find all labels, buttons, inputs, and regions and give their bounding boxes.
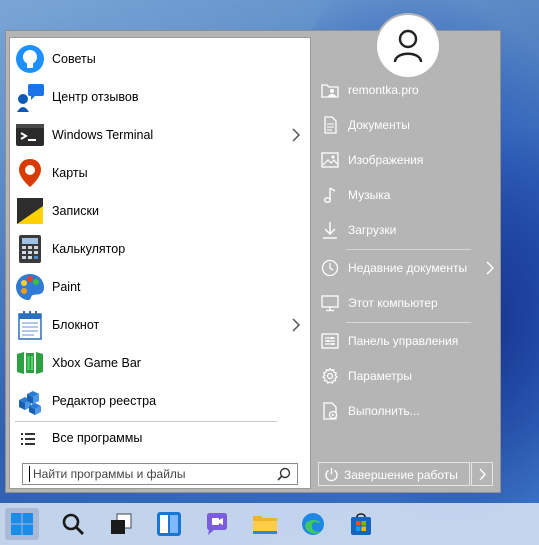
app-item-notepad[interactable]: Блокнот (10, 307, 310, 343)
list-icon (21, 433, 35, 445)
registry-editor-icon (15, 386, 45, 416)
app-item-paint[interactable]: Paint (10, 269, 310, 305)
app-item-windows-terminal[interactable]: Windows Terminal (10, 117, 310, 153)
right-item-downloads[interactable]: Загрузки (321, 216, 491, 244)
start-menu: Советы Центр отзывов Windows Terminal Ка… (5, 13, 501, 493)
app-label: Xbox Game Bar (52, 356, 141, 370)
chevron-right-icon[interactable] (290, 127, 302, 143)
shutdown-label: Завершение работы (344, 468, 458, 482)
music-note-icon (321, 186, 339, 204)
right-item-label: Музыка (348, 188, 391, 202)
gear-icon (321, 367, 339, 385)
programs-panel: Советы Центр отзывов Windows Terminal Ка… (9, 37, 311, 489)
windows-start-icon (11, 513, 33, 535)
feedback-hub-icon (15, 82, 45, 112)
download-arrow-icon (321, 221, 339, 239)
right-item-label: Документы (348, 118, 410, 132)
task-view-button[interactable] (104, 508, 138, 540)
right-item-documents[interactable]: Документы (321, 111, 491, 139)
right-item-settings[interactable]: Параметры (321, 362, 491, 390)
widgets-button[interactable] (152, 508, 186, 540)
app-item-registry-editor[interactable]: Редактор реестра (10, 383, 310, 419)
right-item-user-folder[interactable]: remontka.pro (321, 76, 491, 104)
right-item-label: Загрузки (348, 223, 397, 237)
power-icon (325, 468, 338, 482)
search-icon[interactable] (277, 467, 291, 481)
notepad-icon (15, 310, 45, 340)
app-item-feedback-hub[interactable]: Центр отзывов (10, 79, 310, 115)
right-item-label: remontka.pro (348, 83, 419, 97)
all-programs-label: Все программы (52, 431, 143, 445)
control-panel-icon (321, 332, 339, 350)
right-item-images[interactable]: Изображения (321, 146, 491, 174)
maps-pin-icon (15, 158, 45, 188)
edge-browser-icon (302, 513, 324, 535)
paint-palette-icon (15, 272, 45, 302)
user-silhouette-icon (393, 29, 423, 63)
user-folder-icon (321, 81, 339, 99)
task-view-icon (111, 513, 132, 534)
chevron-right-icon (479, 468, 486, 481)
chevron-right-icon[interactable] (290, 317, 302, 333)
user-avatar[interactable] (375, 13, 441, 79)
app-label: Центр отзывов (52, 90, 139, 104)
taskbar (0, 503, 539, 545)
divider (15, 421, 277, 422)
image-icon (321, 151, 339, 169)
terminal-icon (15, 120, 45, 150)
app-label: Редактор реестра (52, 394, 157, 408)
right-item-this-pc[interactable]: Этот компьютер (321, 289, 491, 317)
right-item-label: Изображения (348, 153, 424, 167)
widgets-icon (157, 512, 181, 536)
app-label: Советы (52, 52, 96, 66)
clock-icon (321, 259, 339, 277)
app-label: Windows Terminal (52, 128, 154, 142)
file-explorer-icon (253, 516, 277, 534)
start-button[interactable] (5, 508, 39, 540)
edge-browser-button[interactable] (296, 508, 330, 540)
divider (346, 322, 471, 323)
chat-icon (207, 513, 227, 535)
search-input[interactable] (29, 466, 269, 482)
app-item-xbox-game-bar[interactable]: Xbox Game Bar (10, 345, 310, 381)
shutdown-options-button[interactable] (471, 462, 493, 486)
right-item-label: Выполнить... (348, 404, 420, 418)
run-icon (321, 402, 339, 420)
tips-bulb-icon (15, 44, 45, 74)
right-item-label: Этот компьютер (348, 296, 438, 310)
document-icon (321, 116, 339, 134)
right-item-label: Недавние документы (348, 261, 468, 275)
right-item-control-panel[interactable]: Панель управления (321, 327, 491, 355)
right-item-label: Параметры (348, 369, 412, 383)
xbox-game-bar-icon (15, 348, 45, 378)
chat-button[interactable] (200, 508, 234, 540)
divider (346, 249, 471, 250)
search-box[interactable] (22, 463, 298, 485)
calculator-icon (15, 234, 45, 264)
right-item-recent-documents[interactable]: Недавние документы (321, 254, 494, 282)
right-item-label: Панель управления (348, 334, 459, 348)
taskbar-search-button[interactable] (56, 508, 90, 540)
app-item-calculator[interactable]: Калькулятор (10, 231, 310, 267)
app-label: Карты (52, 166, 88, 180)
app-label: Калькулятор (52, 242, 126, 256)
store-icon (351, 513, 371, 535)
chevron-right-icon[interactable] (485, 261, 495, 275)
shutdown-button[interactable]: Завершение работы (318, 462, 470, 486)
search-icon (62, 513, 84, 535)
right-item-run[interactable]: Выполнить... (321, 397, 491, 425)
right-item-music[interactable]: Музыка (321, 181, 491, 209)
store-button[interactable] (344, 508, 378, 540)
file-explorer-button[interactable] (248, 508, 282, 540)
app-label: Блокнот (52, 318, 100, 332)
app-item-sticky-notes[interactable]: Записки (10, 193, 310, 229)
all-programs-button[interactable]: Все программы (10, 427, 310, 451)
app-label: Paint (52, 280, 81, 294)
monitor-icon (321, 294, 339, 312)
app-label: Записки (52, 204, 99, 218)
app-item-tips[interactable]: Советы (10, 41, 310, 77)
app-item-maps[interactable]: Карты (10, 155, 310, 191)
sticky-notes-icon (15, 196, 45, 226)
